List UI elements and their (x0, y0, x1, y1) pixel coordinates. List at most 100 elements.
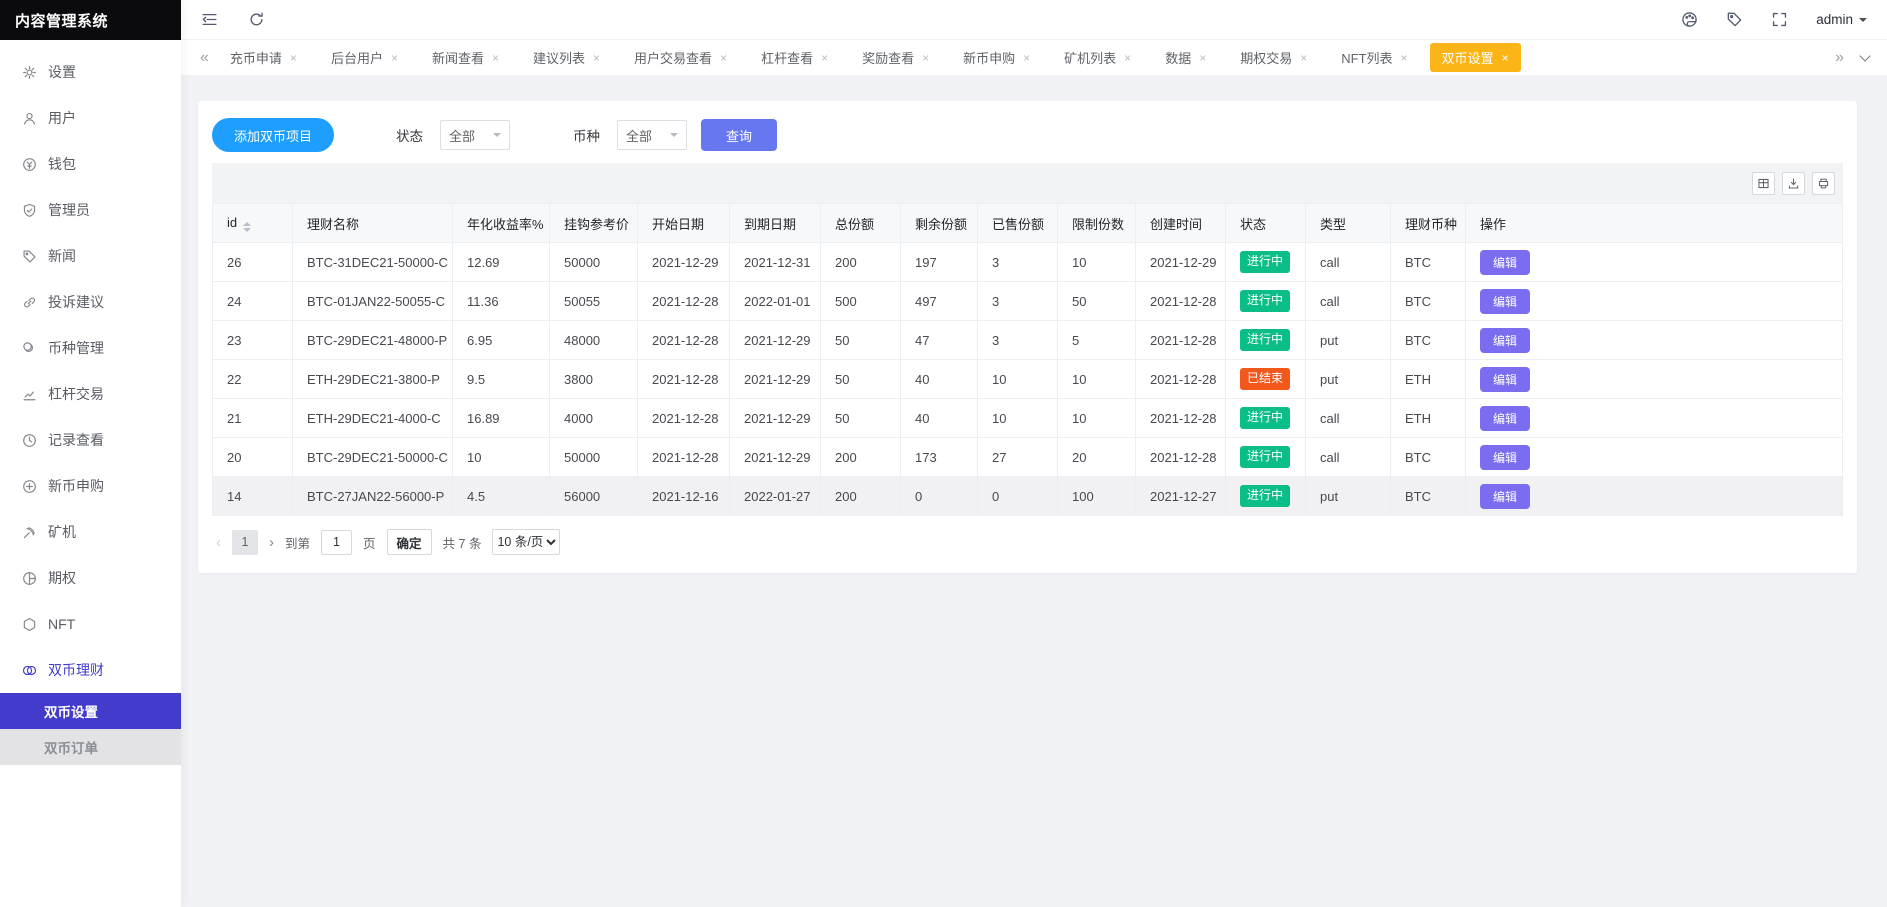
tab-11[interactable]: NFT列表 × (1329, 43, 1419, 72)
tab-7[interactable]: 新币申购 × (951, 43, 1042, 72)
link-icon (22, 295, 37, 310)
next-page-icon[interactable]: › (269, 534, 274, 551)
table-row-24: 24 BTC-01JAN22-50055-C 11.36 50055 2021-12-2… (212, 281, 1843, 321)
edit-button[interactable]: 编辑 (1480, 405, 1531, 431)
confirm-page-button[interactable]: 确定 (386, 529, 432, 555)
theme-icon[interactable] (1681, 11, 1698, 28)
tab-close-icon[interactable]: × (290, 52, 297, 64)
sidebar-item-feedback[interactable]: 投诉建议 (0, 279, 181, 325)
user-icon (22, 111, 37, 126)
dual-coin-icon (22, 663, 37, 678)
tab-5[interactable]: 杠杆查看 × (749, 43, 840, 72)
table-toolbar (212, 163, 1843, 203)
sidebar-item-news[interactable]: 新闻 (0, 233, 181, 279)
sidebar: 内容管理系统 设置 用户 钱包 管理员 新闻 投诉建议 币种管理 杠杆交易 记录… (0, 0, 181, 907)
sidebar-subitem-dual-orders[interactable]: 双币订单 (0, 729, 181, 765)
tab-close-icon[interactable]: × (391, 52, 398, 64)
sidebar-item-admins[interactable]: 管理员 (0, 187, 181, 233)
tab-close-icon[interactable]: × (1502, 52, 1509, 64)
sidebar-item-leverage[interactable]: 杠杆交易 (0, 371, 181, 417)
gear-icon (22, 65, 37, 80)
query-button[interactable]: 查询 (701, 119, 778, 151)
tab-2[interactable]: 新闻查看 × (420, 43, 511, 72)
tabs-dropdown-icon[interactable] (1853, 50, 1877, 62)
tab-close-icon[interactable]: × (593, 52, 600, 64)
edit-button[interactable]: 编辑 (1480, 444, 1531, 470)
tab-9[interactable]: 数据 × (1153, 43, 1218, 72)
table-body: 26 BTC-31DEC21-50000-C 12.69 50000 2021-12-2… (212, 242, 1843, 516)
tabs-scroll-right-icon[interactable]: » (1826, 49, 1853, 67)
status-badge: 进行中 (1240, 329, 1291, 351)
tab-close-icon[interactable]: × (720, 52, 727, 64)
column-header-0[interactable]: id (212, 203, 293, 243)
sidebar-subitem-dual-settings[interactable]: 双币设置 (0, 693, 181, 729)
refresh-icon[interactable] (248, 11, 265, 28)
column-header-4: 开始日期 (637, 203, 730, 243)
edit-button[interactable]: 编辑 (1480, 288, 1531, 314)
sidebar-item-users[interactable]: 用户 (0, 95, 181, 141)
column-header-5: 到期日期 (729, 203, 821, 243)
wallet-icon (22, 157, 37, 172)
chart-icon (22, 387, 37, 402)
tab-close-icon[interactable]: × (1023, 52, 1030, 64)
column-header-7: 剩余份额 (900, 203, 978, 243)
tag-icon[interactable] (1726, 11, 1743, 28)
column-header-11: 状态 (1225, 203, 1306, 243)
tab-1[interactable]: 后台用户 × (319, 43, 410, 72)
page-size-select[interactable]: 10 条/页 (492, 529, 561, 555)
sidebar-item-records[interactable]: 记录查看 (0, 417, 181, 463)
sidebar-item-dual-finance[interactable]: 双币理财 (0, 647, 181, 693)
filter-row: 添加双币项目 状态 全部 币种 全部 查询 (212, 118, 1843, 152)
tab-close-icon[interactable]: × (1124, 52, 1131, 64)
tab-close-icon[interactable]: × (821, 52, 828, 64)
sidebar-item-new-coin[interactable]: 新币申购 (0, 463, 181, 509)
tab-close-icon[interactable]: × (1300, 52, 1307, 64)
tab-0[interactable]: 充币申请 × (218, 43, 309, 72)
edit-button[interactable]: 编辑 (1480, 366, 1531, 392)
sidebar-item-options[interactable]: 期权 (0, 555, 181, 601)
edit-button[interactable]: 编辑 (1480, 483, 1531, 509)
tab-close-icon[interactable]: × (1401, 52, 1408, 64)
page-number[interactable]: 1 (232, 529, 258, 555)
collapse-sidebar-icon[interactable] (201, 11, 218, 28)
coin-select[interactable]: 全部 (617, 120, 688, 150)
fullscreen-icon[interactable] (1771, 11, 1788, 28)
tab-close-icon[interactable]: × (492, 52, 499, 64)
sidebar-item-miner[interactable]: 矿机 (0, 509, 181, 555)
sidebar-item-currency[interactable]: 币种管理 (0, 325, 181, 371)
tab-close-icon[interactable]: × (1199, 52, 1206, 64)
table-row-26: 26 BTC-31DEC21-50000-C 12.69 50000 2021-12-2… (212, 242, 1843, 282)
tabs-scroll-left-icon[interactable]: « (191, 49, 218, 67)
status-select[interactable]: 全部 (440, 120, 511, 150)
goto-page-input[interactable] (321, 529, 353, 555)
sidebar-item-wallet[interactable]: 钱包 (0, 141, 181, 187)
columns-settings-button[interactable] (1752, 171, 1775, 195)
tab-6[interactable]: 奖励查看 × (850, 43, 941, 72)
sidebar-item-nft[interactable]: NFT (0, 601, 181, 647)
tab-12[interactable]: 双币设置 × (1429, 43, 1521, 72)
add-dual-project-button[interactable]: 添加双币项目 (212, 118, 335, 152)
edit-button[interactable]: 编辑 (1480, 249, 1531, 275)
username: admin (1816, 12, 1853, 27)
column-header-10: 创建时间 (1135, 203, 1226, 243)
chevron-down-icon (670, 133, 679, 141)
export-button[interactable] (1782, 171, 1805, 195)
column-header-13: 理财币种 (1390, 203, 1466, 243)
tab-3[interactable]: 建议列表 × (521, 43, 612, 72)
prev-page-icon[interactable]: ‹ (216, 534, 221, 551)
tab-8[interactable]: 矿机列表 × (1052, 43, 1143, 72)
chevron-down-icon (493, 133, 502, 141)
sort-icon[interactable] (243, 221, 252, 232)
tab-4[interactable]: 用户交易查看 × (622, 43, 739, 72)
print-button[interactable] (1812, 171, 1835, 195)
tab-10[interactable]: 期权交易 × (1228, 43, 1319, 72)
table-header-row: id 理财名称 年化收益率% 挂钩参考价 开始日期 到期日期 总份额 剩余份额 已售份额 限制份数… (212, 203, 1843, 243)
status-badge: 进行中 (1240, 407, 1291, 429)
content-card: 添加双币项目 状态 全部 币种 全部 查询 id 理财名称 年化收益率% 挂钩参… (198, 101, 1857, 573)
sidebar-item-settings[interactable]: 设置 (0, 49, 181, 95)
coin-filter-label: 币种 (573, 129, 601, 144)
edit-button[interactable]: 编辑 (1480, 327, 1531, 353)
user-menu[interactable]: admin (1816, 12, 1867, 27)
tab-close-icon[interactable]: × (922, 52, 929, 64)
chevron-down-icon (1859, 17, 1867, 26)
